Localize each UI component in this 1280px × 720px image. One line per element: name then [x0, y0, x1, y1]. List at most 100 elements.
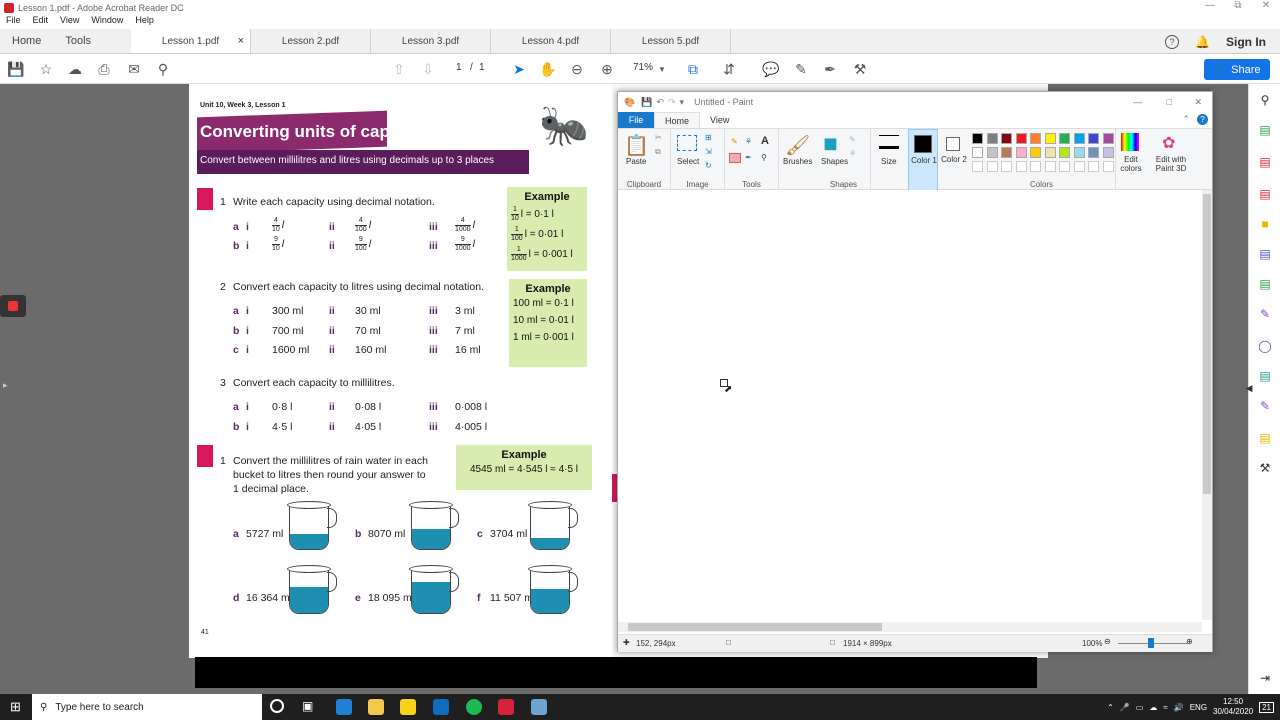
brush-icon[interactable]: 🖌	[785, 133, 810, 158]
restore-button[interactable]: ⧉	[1224, 0, 1252, 11]
zoom-level[interactable]: 71%	[633, 62, 653, 73]
send-review-icon[interactable]: ▤	[1257, 368, 1273, 384]
page-down-icon[interactable]: ⇩	[418, 59, 438, 79]
color-swatch[interactable]	[1073, 147, 1085, 158]
select-cursor-icon[interactable]: ➤	[509, 59, 529, 79]
select-label[interactable]: Select	[677, 157, 699, 166]
page-current[interactable]: 1	[456, 62, 462, 73]
fill-sign-icon[interactable]: ✎	[1257, 306, 1273, 322]
zoom-in-icon[interactable]: ⊕	[597, 59, 617, 79]
horizontal-scroll-thumb[interactable]	[628, 623, 882, 631]
cut-icon[interactable]: ✂	[655, 133, 662, 142]
battery-icon[interactable]: ▭	[1136, 703, 1144, 712]
quick-save-icon[interactable]: 💾	[641, 97, 652, 108]
undo-icon[interactable]: ↶	[656, 97, 664, 108]
left-panel-toggle-icon[interactable]: ▸	[3, 380, 8, 391]
volume-icon[interactable]: 🔊	[1174, 703, 1184, 712]
comment-icon[interactable]: 💬	[761, 59, 781, 79]
home-tab[interactable]: Home	[0, 29, 53, 53]
scan-icon[interactable]: ▤	[1257, 430, 1273, 446]
protect-shield-icon[interactable]: ◯	[1257, 338, 1273, 354]
doc-tab-lesson-4[interactable]: Lesson 4.pdf	[491, 29, 612, 53]
magnifier-icon[interactable]: ⚲	[761, 153, 767, 162]
search-zoom-icon[interactable]: ⚲	[1257, 92, 1273, 108]
menu-view[interactable]: View	[54, 15, 85, 29]
file-explorer-icon[interactable]	[368, 699, 384, 715]
highlight-pen-icon[interactable]: ✎	[791, 59, 811, 79]
paint-help-icon[interactable]: ?	[1197, 114, 1208, 125]
doc-tab-lesson-2[interactable]: Lesson 2.pdf	[251, 29, 372, 53]
color-swatch[interactable]	[972, 133, 983, 144]
organize-pages-icon[interactable]: ▤	[1257, 276, 1273, 292]
empty-color-slot[interactable]	[1073, 161, 1085, 172]
close-button[interactable]: ✕	[1252, 0, 1280, 11]
collapse-pane-icon[interactable]: ◀	[1241, 380, 1257, 396]
clock[interactable]: 12:50 30/04/2020	[1213, 697, 1253, 717]
empty-color-slot[interactable]	[972, 161, 983, 172]
empty-color-slot[interactable]	[1059, 161, 1070, 172]
color-swatch[interactable]	[1102, 147, 1114, 158]
recording-handle[interactable]	[0, 295, 26, 317]
fill-icon[interactable]: ⚘	[745, 137, 752, 146]
color-swatch[interactable]	[1088, 147, 1099, 158]
page-up-icon[interactable]: ⇧	[389, 59, 409, 79]
combine-files-icon[interactable]: ▤	[1257, 246, 1273, 262]
wifi-icon[interactable]: ≈	[1163, 703, 1167, 712]
menu-window[interactable]: Window	[85, 15, 129, 29]
outlook-icon[interactable]	[433, 699, 449, 715]
more-tools-icon[interactable]: ⚒	[1257, 460, 1273, 476]
color-swatch[interactable]	[1030, 147, 1041, 158]
windows-start-icon[interactable]: ⊞	[10, 699, 21, 715]
paint-view-tab[interactable]: View	[700, 112, 739, 128]
paste-icon[interactable]: 📋	[624, 133, 649, 158]
color-swatch[interactable]	[1044, 147, 1056, 158]
shape-fill-icon[interactable]: ⚘	[849, 149, 856, 158]
eraser-icon[interactable]	[729, 153, 741, 163]
rotate-icon[interactable]: ↻	[705, 161, 712, 170]
paint-horizontal-scrollbar[interactable]	[618, 622, 1202, 632]
paint-home-tab[interactable]: Home	[654, 112, 701, 128]
comment-tool-icon[interactable]: ■	[1257, 216, 1273, 232]
fit-page-icon[interactable]: ⧉	[683, 59, 703, 79]
edit-colors-button[interactable]: Edit colors	[1116, 129, 1146, 191]
menu-help[interactable]: Help	[129, 15, 160, 29]
find-zoom-icon[interactable]: ⚲	[153, 59, 173, 79]
color-swatch[interactable]	[986, 147, 998, 158]
tray-expand-icon[interactable]: ⌃	[1107, 703, 1114, 712]
paint-taskbar-icon[interactable]	[531, 699, 547, 715]
zoom-dropdown-icon[interactable]: ▾	[652, 59, 672, 79]
print-icon[interactable]: ⎙	[94, 59, 114, 79]
color-swatch[interactable]	[972, 147, 983, 158]
empty-color-slot[interactable]	[1088, 161, 1099, 172]
minimize-button[interactable]: —	[1196, 0, 1224, 11]
help-icon[interactable]: ?	[1165, 34, 1180, 49]
sign-in-button[interactable]: Sign In	[1226, 35, 1266, 49]
empty-color-slot[interactable]	[1030, 161, 1041, 172]
size-lines-icon[interactable]	[879, 135, 899, 149]
color-swatch[interactable]	[1044, 133, 1056, 144]
signature-icon[interactable]: ✎	[1257, 398, 1273, 414]
color-swatch[interactable]	[1015, 147, 1027, 158]
color-picker-icon[interactable]: ✒	[745, 153, 752, 162]
doc-tab-lesson-5[interactable]: Lesson 5.pdf	[611, 29, 732, 53]
select-icon[interactable]	[677, 135, 697, 151]
color-swatch[interactable]	[1059, 133, 1070, 144]
paint-file-tab[interactable]: File	[618, 112, 654, 128]
paint-minimize-button[interactable]: —	[1133, 97, 1142, 107]
size-label[interactable]: Size	[881, 157, 897, 166]
outline-icon[interactable]: ✎	[849, 135, 856, 144]
pencil-icon[interactable]: ✎	[731, 137, 738, 146]
save-icon[interactable]: 💾	[6, 59, 26, 79]
sticky-notes-icon[interactable]	[400, 699, 416, 715]
color-swatch[interactable]	[1001, 133, 1012, 144]
color-swatch[interactable]	[1102, 133, 1114, 144]
onedrive-icon[interactable]: ☁	[1149, 703, 1157, 712]
zoom-slider-thumb[interactable]	[1148, 638, 1154, 648]
status-zoom-out-icon[interactable]: ⊖	[1104, 637, 1111, 646]
notification-center-icon[interactable]: 21	[1259, 701, 1274, 713]
close-tab-icon[interactable]: ×	[238, 35, 244, 47]
brushes-label[interactable]: Brushes	[783, 157, 812, 166]
status-zoom-in-icon[interactable]: ⊕	[1186, 637, 1193, 646]
notification-bell-icon[interactable]: 🔔	[1195, 35, 1210, 49]
empty-color-slot[interactable]	[986, 161, 998, 172]
